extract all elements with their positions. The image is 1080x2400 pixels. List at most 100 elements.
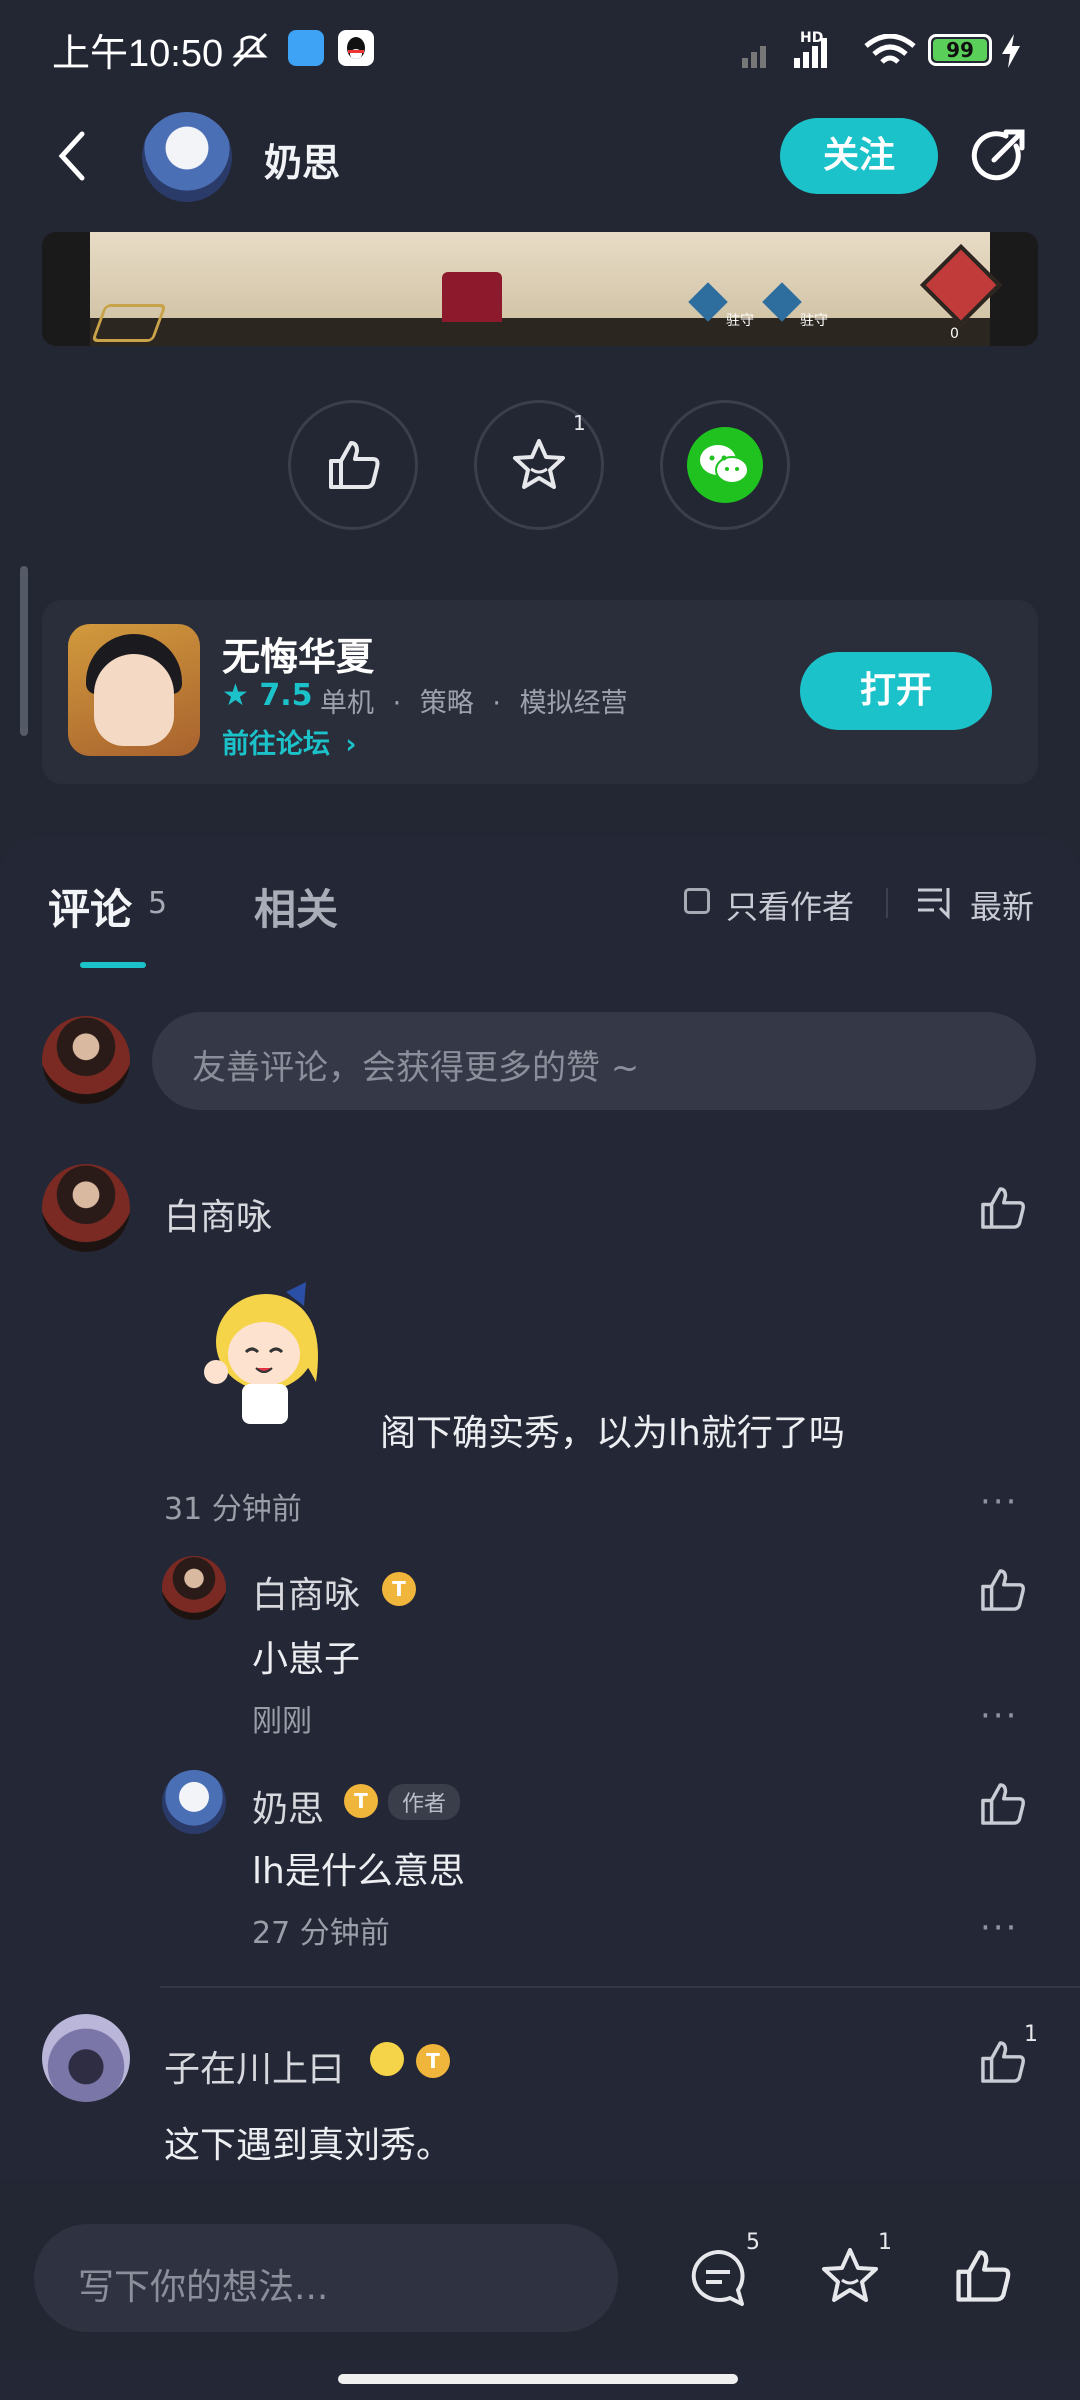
battery-icon: 99 — [928, 34, 992, 66]
comment-divider — [160, 1986, 1080, 1988]
reply-like-button[interactable] — [976, 1778, 1028, 1830]
game-ground — [90, 318, 990, 346]
like-count: 1 — [1024, 2022, 1038, 2047]
tab-indicator — [80, 962, 146, 968]
star-filled-icon: ★ — [222, 678, 249, 713]
forum-link[interactable]: 前往论坛 › — [222, 722, 357, 761]
star-icon — [822, 2248, 878, 2302]
comment-input-placeholder[interactable]: 友善评论，会获得更多的赞 ~ — [192, 1040, 639, 1089]
more-options-button[interactable]: ··· — [980, 1696, 1018, 1736]
favorite-button[interactable] — [818, 2244, 882, 2308]
author-tag: 作者 — [388, 1784, 461, 1820]
favorite-count-badge: 1 — [878, 2230, 892, 2255]
wechat-share-button[interactable] — [660, 400, 790, 530]
reply-avatar[interactable] — [162, 1556, 226, 1620]
tag-separator: · — [492, 688, 501, 719]
reply-time: 27 分钟前 — [252, 1916, 390, 1951]
game-tags: 单机 · 策略 · 模拟经营 — [320, 681, 628, 720]
sort-label[interactable]: 最新 — [970, 882, 1034, 928]
tab-comments[interactable]: 评论 — [48, 876, 132, 937]
thumbs-up-icon — [981, 1569, 1025, 1611]
thumbs-up-icon — [981, 2041, 1025, 2083]
mute-icon — [228, 30, 272, 74]
status-bar: 上午10:50 HD 99 — [0, 0, 1080, 110]
reply-time: 刚刚 — [252, 1704, 312, 1739]
level-badge: T — [416, 2044, 450, 2078]
unit-label: 驻守 — [800, 313, 828, 329]
star-icon — [513, 439, 565, 489]
more-options-button[interactable]: ··· — [980, 1482, 1018, 1522]
emoji-badge-icon — [370, 2042, 404, 2076]
reply-like-button[interactable] — [976, 1564, 1028, 1616]
tag-item: 单机 — [320, 688, 374, 719]
comment-username[interactable]: 白商咏 — [164, 1188, 272, 1240]
anime-sticker-image — [186, 1272, 336, 1442]
divider — [886, 888, 888, 918]
game-name[interactable]: 无悔华夏 — [222, 626, 374, 681]
only-author-label[interactable]: 只看作者 — [726, 882, 854, 928]
wifi-icon — [864, 33, 916, 74]
comment-text: 阁下确实秀，以为lh就行了吗 — [380, 1413, 845, 1454]
comment-username[interactable]: 子在川上曰 — [164, 2040, 344, 2092]
level-badge: T — [382, 1572, 416, 1606]
comment-avatar[interactable] — [42, 2014, 130, 2102]
like-button[interactable] — [950, 2244, 1014, 2308]
wechat-icon — [687, 427, 763, 503]
thumbs-up-icon — [981, 1783, 1025, 1825]
comment-time: 31 分钟前 — [164, 1492, 302, 1527]
status-time: 上午10:50 — [52, 33, 224, 75]
comment-like-button[interactable] — [976, 1182, 1028, 1234]
sort-icon[interactable] — [916, 886, 956, 920]
write-comment-placeholder[interactable]: 写下你的想法... — [78, 2258, 328, 2310]
post-media-image[interactable]: 驻守 驻守 0 — [42, 232, 1038, 346]
my-avatar[interactable] — [42, 1016, 130, 1104]
chevron-right-icon: › — [345, 729, 357, 760]
portrait-face — [94, 654, 174, 746]
thumbs-up-icon — [329, 441, 380, 489]
only-author-checkbox[interactable] — [684, 888, 710, 914]
share-arrow-icon — [971, 129, 1025, 181]
favorite-post-button[interactable]: 1 — [474, 400, 604, 530]
reply-text: 小崽子 — [252, 1639, 361, 1680]
charging-icon — [1000, 34, 1022, 72]
comments-count-badge: 5 — [746, 2230, 760, 2255]
level-badge: T — [344, 1784, 378, 1818]
network-type: HD — [800, 30, 824, 46]
favorite-count: 1 — [573, 411, 586, 435]
reply-text: lh是什么意思 — [252, 1851, 465, 1892]
game-app-icon[interactable] — [68, 624, 200, 756]
home-indicator[interactable] — [338, 2374, 738, 2384]
like-post-button[interactable] — [288, 400, 418, 530]
game-rating: ★ 7.5 — [222, 678, 313, 713]
back-button[interactable] — [52, 128, 96, 184]
reply-avatar[interactable] — [162, 1770, 226, 1834]
follow-button[interactable]: 关注 — [780, 118, 938, 194]
forum-link-label: 前往论坛 — [222, 729, 330, 760]
scroll-indicator[interactable] — [20, 566, 28, 736]
more-options-button[interactable]: ··· — [980, 1908, 1018, 1948]
author-name[interactable]: 奶思 — [264, 132, 340, 187]
app-notification-icon — [288, 30, 324, 66]
battery-level: 99 — [933, 39, 987, 61]
comments-count: 5 — [148, 886, 168, 921]
tag-item: 策略 — [419, 688, 474, 719]
signal-icon — [742, 34, 842, 74]
rating-value: 7.5 — [259, 678, 313, 713]
reply-username[interactable]: 奶思 — [252, 1780, 324, 1832]
tag-item: 模拟经营 — [519, 688, 628, 719]
open-game-button[interactable]: 打开 — [800, 652, 992, 730]
comment-like-button[interactable] — [976, 2036, 1028, 2088]
counter-label: 0 — [950, 326, 959, 342]
comment-avatar[interactable] — [42, 1164, 130, 1252]
thumbs-up-icon — [981, 1187, 1025, 1229]
share-button[interactable] — [966, 124, 1030, 188]
reply-username[interactable]: 白商咏 — [252, 1566, 360, 1618]
thumbs-up-icon — [956, 2250, 1011, 2302]
comment-text: 这下遇到真刘秀。 — [164, 2125, 453, 2166]
author-avatar[interactable] — [142, 112, 232, 202]
fortress-sprite — [442, 272, 502, 322]
chevron-left-icon — [58, 131, 85, 181]
tab-related[interactable]: 相关 — [254, 876, 338, 937]
comments-button[interactable] — [686, 2246, 750, 2310]
unit-label: 驻守 — [726, 313, 754, 329]
